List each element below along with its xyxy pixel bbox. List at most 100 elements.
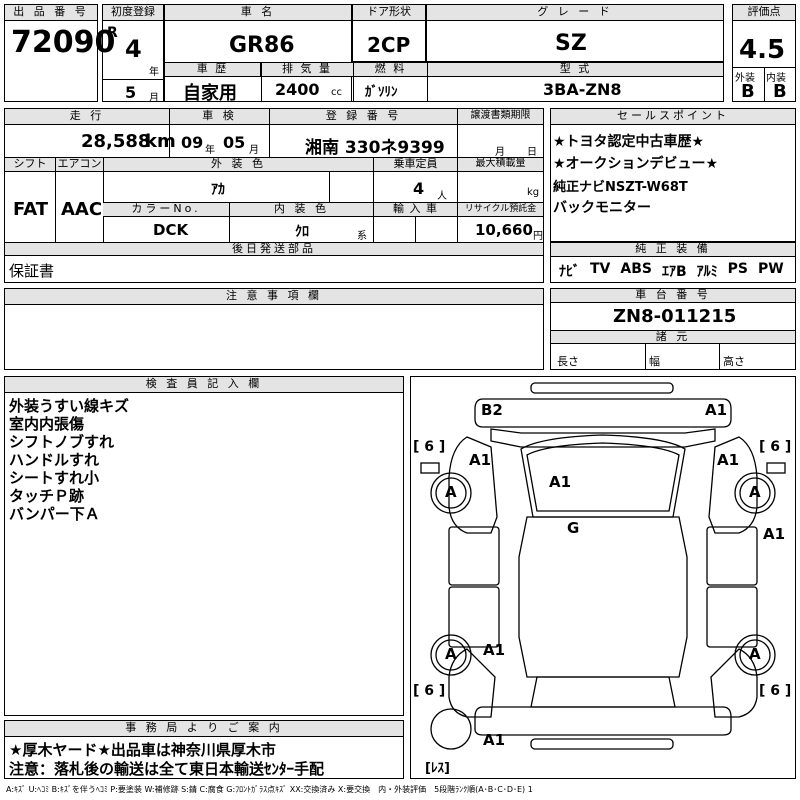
score-label: 評価点	[733, 5, 795, 21]
door-label: ドア形状	[353, 5, 425, 21]
year-unit: 年	[149, 67, 159, 78]
sales-box: セールスポイント ★トヨタ認定中古車歴★ ★オークションデビュー★ 純正ナビNS…	[550, 108, 796, 242]
lot-number: 72090	[11, 25, 116, 60]
mark-wheel-rl: A	[445, 645, 457, 663]
int-color-label: 内 装 色	[229, 203, 373, 217]
reg-label: 初度登録	[103, 5, 163, 21]
score: 4.5	[739, 35, 786, 65]
import-label: 輸 入 車	[373, 203, 457, 217]
shift-label: シフト	[5, 158, 55, 172]
ac: AAC	[61, 199, 103, 220]
insp-month-unit: 月	[249, 145, 259, 156]
mark-wheel-rr: A	[749, 645, 761, 663]
mark-roof: G	[567, 519, 580, 537]
inspection-label: 車 検	[169, 109, 269, 125]
lot-label: 出 品 番 号	[5, 5, 97, 21]
sales-line-1: ★トヨタ認定中古車歴★	[553, 134, 705, 150]
office-line-1: ★厚木ヤード★出品車は神奈川県厚木市	[9, 741, 276, 759]
height-label: 高さ	[723, 355, 745, 368]
transfer-day: 日	[527, 147, 537, 158]
mark-wheel-fl: A	[445, 483, 457, 501]
equip-pw: PW	[758, 261, 784, 277]
model-label: 型 式	[427, 63, 723, 77]
mark-rear-fender-left: A1	[483, 641, 506, 659]
width-label: 幅	[649, 355, 660, 368]
notes-box: 注 意 事 項 欄	[4, 288, 544, 370]
int-color-unit: 系	[357, 231, 367, 242]
equipment-box: 純 正 装 備 ﾅﾋﾞ TV ABS ｴｱB ｱﾙﾐ PS PW	[550, 242, 796, 283]
dims-label: 諸 元	[551, 330, 795, 344]
notes-label: 注 意 事 項 欄	[5, 289, 543, 305]
grade: SZ	[555, 31, 587, 56]
later-parts-value: 保証書	[9, 262, 55, 280]
equip-tv: TV	[590, 261, 611, 277]
office-label: 事 務 局 よ り ご 案 内	[5, 721, 403, 737]
recycle-unit: 円	[533, 231, 543, 242]
sales-label: セールスポイント	[551, 109, 795, 125]
km-unit: km	[145, 131, 176, 152]
inspector-label: 検 査 員 記 入 欄	[5, 377, 403, 393]
grade-box: グ レ ー ド SZ	[426, 4, 724, 62]
color: ｱｶ	[211, 182, 225, 198]
fuel: ｶﾞｿﾘﾝ	[365, 85, 398, 100]
displacement: 2400	[275, 80, 320, 99]
history: 自家用	[183, 83, 237, 104]
length-label: 長さ	[557, 355, 579, 368]
inspector-box: 検 査 員 記 入 欄 外装うすい線キズ 室内内張傷 シフトノブすれ ハンドルす…	[4, 376, 404, 716]
reg-box: 初度登録 R 4 年 5 月	[102, 4, 164, 104]
chassis-label: 車 台 番 号	[551, 289, 795, 303]
tire-rl: [ 6 ]	[413, 683, 446, 699]
color-no-label: カラーNo.	[103, 203, 229, 217]
color-no: DCK	[153, 221, 189, 239]
capacity-unit: 人	[437, 191, 447, 202]
door: 2CP	[367, 33, 411, 57]
door-box: ドア形状 2CP	[352, 4, 426, 62]
history-label: 車 歴	[165, 63, 261, 77]
damage-diagram: B2 A1 A1 A1 A1 G A1 A1 A1 A A A A [ 6 ] …	[410, 376, 796, 779]
insp-month: 05	[223, 133, 246, 152]
reg-month: 5	[125, 83, 137, 102]
mark-windshield: A1	[549, 473, 572, 491]
tire-fl: [ 6 ]	[413, 439, 446, 455]
row2-box: 走 行 車 検 登 録 番 号 譲渡書類期限 28,588 km 09 年 05…	[4, 108, 544, 256]
car-name: GR86	[229, 33, 295, 58]
tire-fr: [ 6 ]	[759, 439, 792, 455]
ext-grade: B	[741, 81, 755, 102]
plate: 湘南 330ネ9399	[305, 138, 445, 158]
transfer-month: 月	[495, 147, 505, 158]
plate-label: 登 録 番 号	[269, 109, 457, 125]
payload-unit: kg	[527, 187, 540, 198]
lot-box: 出 品 番 号 72090	[4, 4, 115, 102]
insp-year: 09	[181, 133, 204, 152]
shift: FAT	[13, 199, 49, 220]
mileage: 28,588	[81, 131, 151, 152]
capacity-label: 乗車定員	[373, 158, 457, 172]
recycle-label: リサイクル預託金	[457, 203, 543, 217]
displacement-label: 排 気 量	[261, 63, 353, 77]
chassis-number: ZN8-011215	[613, 306, 737, 327]
era: R	[107, 25, 118, 41]
equip-alloy: ｱﾙﾐ	[696, 264, 718, 280]
fuel-label: 燃 料	[353, 63, 427, 77]
office-box: 事 務 局 よ り ご 案 内 ★厚木ヤード★出品車は神奈川県厚木市 注意：落札…	[4, 720, 404, 779]
transfer-label: 譲渡書類期限	[457, 109, 543, 125]
score-box: 評価点 4.5 外装 内装 B B	[732, 4, 796, 102]
sales-line-4: バックモニター	[553, 200, 651, 216]
office-line-2: 注意：落札後の輸送は全て東日本輸送ｾﾝﾀｰ手配	[9, 760, 325, 778]
equip-navi: ﾅﾋﾞ	[559, 264, 580, 280]
mark-right-door: A1	[763, 525, 786, 543]
ac-label: エアコン	[55, 158, 103, 172]
mileage-label: 走 行	[5, 109, 169, 125]
legend: A:ｷｽﾞ U:ﾍｺﾐ B:ｷｽﾞを伴うﾍｺﾐ P:要塗装 W:補修跡 S:錆 …	[6, 785, 533, 794]
recycle: 10,660	[475, 221, 533, 239]
equip-abs: ABS	[620, 261, 652, 277]
int-grade: B	[773, 81, 787, 102]
inspector-line-7: バンパー下Ａ	[9, 505, 100, 523]
cc-unit: cc	[331, 87, 342, 98]
sales-line-3: 純正ナビNSZT-W68T	[553, 180, 688, 195]
month-unit: 月	[149, 93, 159, 104]
chassis-box: 車 台 番 号 ZN8-011215 諸 元 長さ 幅 高さ	[550, 288, 796, 370]
capacity: 4	[413, 179, 425, 198]
tire-rr: [ 6 ]	[759, 683, 792, 699]
equipment-label: 純 正 装 備	[551, 243, 795, 257]
